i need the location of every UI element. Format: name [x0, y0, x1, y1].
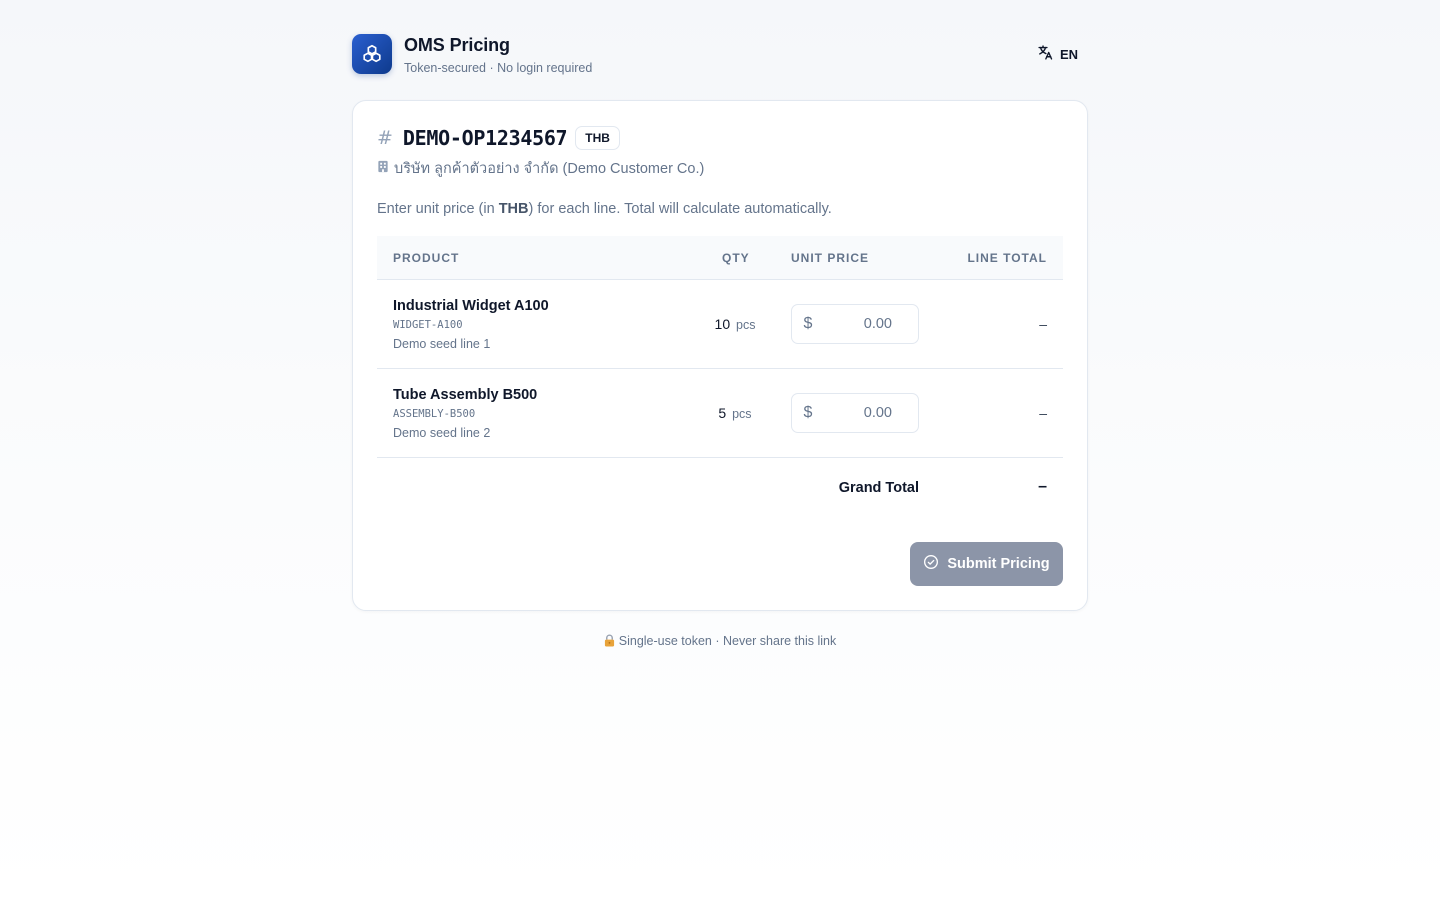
- grand-total-value: –: [1038, 478, 1047, 495]
- table-row: Industrial Widget A100 WIDGET-A100 Demo …: [377, 280, 1063, 369]
- language-switcher[interactable]: EN: [1037, 44, 1078, 64]
- currency-symbol: $: [803, 315, 813, 332]
- quantity: 5 pcs: [677, 405, 793, 421]
- instructions-text-end: ) for each line. Total will calculate au…: [528, 201, 832, 217]
- quantity-unit: pcs: [736, 318, 756, 332]
- product-name: Industrial Widget A100: [393, 298, 549, 314]
- product-name: Tube Assembly B500: [393, 387, 538, 403]
- app-subtitle: Token-secured · No login required: [404, 61, 593, 75]
- check-circle-icon: [923, 554, 939, 574]
- header-unit-price: UNIT PRICE: [791, 251, 870, 265]
- unit-price-input[interactable]: [824, 405, 892, 421]
- grand-total-row: Grand Total –: [377, 458, 1063, 520]
- footer-text: Single-use token · Never share this link: [618, 634, 837, 648]
- line-total: –: [1039, 316, 1047, 332]
- grand-total-label: Grand Total: [838, 480, 919, 496]
- instructions: Enter unit price (in THB) for each line.…: [377, 201, 832, 217]
- footer: Single-use token · Never share this link: [352, 634, 1088, 650]
- header: OMS Pricing Token-secured · No login req…: [352, 0, 1088, 100]
- order-id: DEMO-OP1234567: [402, 126, 568, 150]
- instructions-text-start: Enter unit price (in: [377, 201, 499, 217]
- submit-label: Submit Pricing: [947, 556, 1050, 572]
- hash-icon: #: [377, 127, 393, 149]
- quantity-value: 10: [714, 316, 731, 332]
- pricing-card: # DEMO-OP1234567 THB บริษัท ลูกค้าตัวอย่…: [352, 100, 1088, 611]
- app-title: OMS Pricing: [404, 35, 510, 55]
- header-qty: QTY: [722, 251, 750, 265]
- cubes-icon: [352, 34, 392, 74]
- line-total: –: [1039, 405, 1047, 421]
- building-icon: [377, 160, 389, 177]
- quantity: 10 pcs: [677, 316, 793, 332]
- product-sku: WIDGET-A100: [393, 319, 463, 331]
- customer-name: บริษัท ลูกค้าตัวอย่าง จำกัด (Demo Custom…: [394, 161, 705, 177]
- submit-pricing-button[interactable]: Submit Pricing: [910, 542, 1063, 586]
- table-row: Tube Assembly B500 ASSEMBLY-B500 Demo se…: [377, 369, 1063, 458]
- product-note: Demo seed line 2: [393, 426, 491, 440]
- unit-price-field[interactable]: $: [791, 393, 919, 433]
- lock-icon: [604, 634, 615, 650]
- product-sku: ASSEMBLY-B500: [393, 408, 476, 420]
- pricing-table: PRODUCT QTY UNIT PRICE LINE TOTAL Indust…: [377, 236, 1063, 520]
- currency-badge: THB: [575, 126, 620, 150]
- quantity-unit: pcs: [732, 407, 752, 421]
- order-header: # DEMO-OP1234567 THB: [377, 125, 620, 151]
- translate-icon: [1037, 44, 1054, 64]
- header-product: PRODUCT: [393, 251, 460, 265]
- product-note: Demo seed line 1: [393, 337, 491, 351]
- currency-symbol: $: [803, 404, 813, 421]
- unit-price-input[interactable]: [824, 316, 892, 332]
- header-line-total: LINE TOTAL: [967, 251, 1047, 265]
- instructions-currency: THB: [498, 201, 529, 217]
- page: OMS Pricing Token-secured · No login req…: [352, 0, 1088, 648]
- customer-row: บริษัท ลูกค้าตัวอย่าง จำกัด (Demo Custom…: [377, 157, 704, 180]
- unit-price-field[interactable]: $: [791, 304, 919, 344]
- table-header: PRODUCT QTY UNIT PRICE LINE TOTAL: [377, 236, 1063, 280]
- language-label: EN: [1059, 46, 1078, 62]
- quantity-value: 5: [718, 405, 727, 421]
